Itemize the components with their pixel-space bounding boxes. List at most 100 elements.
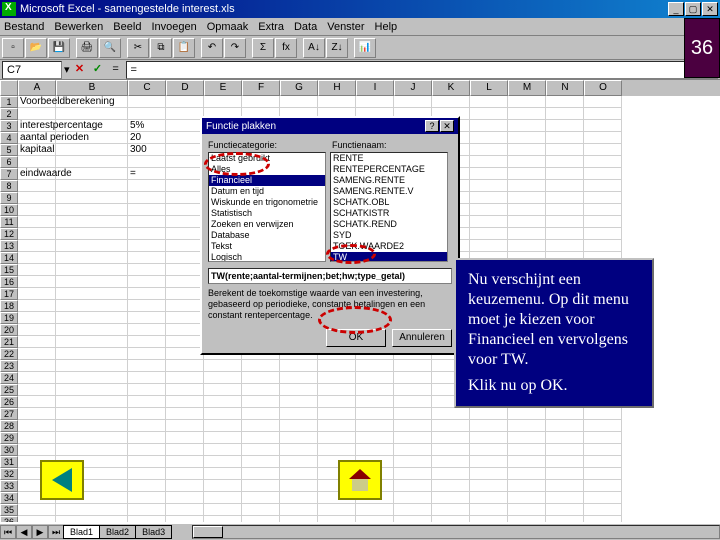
cell[interactable] bbox=[18, 444, 56, 456]
horizontal-scrollbar[interactable] bbox=[192, 525, 720, 539]
select-all-corner[interactable] bbox=[0, 80, 18, 96]
cell[interactable] bbox=[470, 180, 508, 192]
save-icon[interactable]: 💾 bbox=[48, 38, 70, 58]
cell[interactable] bbox=[394, 480, 432, 492]
cell[interactable] bbox=[56, 216, 128, 228]
menu-venster[interactable]: Venster bbox=[327, 21, 364, 33]
cell[interactable] bbox=[128, 348, 166, 360]
cell[interactable] bbox=[128, 396, 166, 408]
cell[interactable] bbox=[128, 240, 166, 252]
cell[interactable] bbox=[508, 240, 546, 252]
cell[interactable] bbox=[508, 156, 546, 168]
colhead-j[interactable]: J bbox=[394, 80, 432, 96]
cell[interactable] bbox=[394, 420, 432, 432]
cell[interactable] bbox=[56, 312, 128, 324]
cell[interactable] bbox=[128, 504, 166, 516]
cell[interactable] bbox=[56, 408, 128, 420]
cell[interactable] bbox=[318, 360, 356, 372]
rowhead[interactable]: 7 bbox=[0, 168, 18, 180]
cell[interactable] bbox=[356, 384, 394, 396]
menu-help[interactable]: Help bbox=[375, 21, 398, 33]
cell[interactable] bbox=[18, 516, 56, 522]
cell[interactable] bbox=[128, 276, 166, 288]
cell[interactable] bbox=[166, 108, 204, 120]
cell[interactable] bbox=[394, 516, 432, 522]
rowhead[interactable]: 30 bbox=[0, 444, 18, 456]
cell[interactable] bbox=[56, 180, 128, 192]
tab-next-icon[interactable]: ▶ bbox=[32, 525, 48, 539]
cell[interactable] bbox=[128, 444, 166, 456]
cell[interactable] bbox=[584, 228, 622, 240]
cell[interactable] bbox=[204, 420, 242, 432]
cell[interactable] bbox=[166, 408, 204, 420]
cell[interactable] bbox=[166, 288, 204, 300]
cell[interactable] bbox=[242, 96, 280, 108]
cell[interactable] bbox=[166, 192, 204, 204]
cell[interactable] bbox=[470, 144, 508, 156]
copy-icon[interactable]: ⧉ bbox=[150, 38, 172, 58]
rowhead[interactable]: 12 bbox=[0, 228, 18, 240]
cell[interactable] bbox=[242, 420, 280, 432]
cell[interactable] bbox=[56, 276, 128, 288]
cell[interactable] bbox=[56, 132, 128, 144]
cell[interactable] bbox=[18, 252, 56, 264]
cell[interactable] bbox=[546, 228, 584, 240]
cell[interactable] bbox=[18, 228, 56, 240]
cell[interactable] bbox=[166, 204, 204, 216]
cell[interactable] bbox=[508, 120, 546, 132]
cell[interactable] bbox=[584, 144, 622, 156]
cell[interactable] bbox=[394, 408, 432, 420]
cell[interactable] bbox=[470, 228, 508, 240]
rowhead[interactable]: 17 bbox=[0, 288, 18, 300]
cell[interactable] bbox=[394, 384, 432, 396]
cell[interactable] bbox=[508, 180, 546, 192]
cell[interactable] bbox=[508, 432, 546, 444]
cell[interactable] bbox=[56, 504, 128, 516]
cell[interactable] bbox=[242, 492, 280, 504]
sort-desc-icon[interactable]: Z↓ bbox=[326, 38, 348, 58]
cell[interactable] bbox=[128, 516, 166, 522]
cell[interactable] bbox=[508, 480, 546, 492]
cell[interactable] bbox=[470, 408, 508, 420]
cell[interactable] bbox=[166, 396, 204, 408]
cell[interactable] bbox=[242, 360, 280, 372]
cell[interactable] bbox=[584, 96, 622, 108]
cell[interactable] bbox=[56, 336, 128, 348]
undo-icon[interactable]: ↶ bbox=[201, 38, 223, 58]
colhead-b[interactable]: B bbox=[56, 80, 128, 96]
cell[interactable] bbox=[166, 336, 204, 348]
rowhead[interactable]: 5 bbox=[0, 144, 18, 156]
maximize-button[interactable]: ▢ bbox=[685, 2, 701, 16]
cell[interactable] bbox=[546, 516, 584, 522]
cell[interactable] bbox=[242, 444, 280, 456]
cell[interactable] bbox=[242, 396, 280, 408]
cell[interactable] bbox=[166, 432, 204, 444]
cell[interactable] bbox=[546, 120, 584, 132]
cell[interactable] bbox=[546, 156, 584, 168]
cell[interactable] bbox=[508, 228, 546, 240]
cell[interactable] bbox=[584, 132, 622, 144]
cell[interactable] bbox=[508, 144, 546, 156]
cell[interactable] bbox=[546, 420, 584, 432]
list-item[interactable]: TW bbox=[331, 252, 447, 262]
cell[interactable] bbox=[166, 360, 204, 372]
cell[interactable] bbox=[166, 468, 204, 480]
cell[interactable] bbox=[18, 192, 56, 204]
cell[interactable] bbox=[166, 252, 204, 264]
cell[interactable] bbox=[432, 504, 470, 516]
cell[interactable] bbox=[356, 96, 394, 108]
cell[interactable] bbox=[204, 372, 242, 384]
rowhead[interactable]: 35 bbox=[0, 504, 18, 516]
cell[interactable]: 5% bbox=[128, 120, 166, 132]
cell[interactable] bbox=[166, 384, 204, 396]
cell[interactable] bbox=[584, 180, 622, 192]
menu-extra[interactable]: Extra bbox=[258, 21, 284, 33]
cell[interactable] bbox=[394, 468, 432, 480]
cell[interactable] bbox=[128, 468, 166, 480]
cell[interactable] bbox=[166, 312, 204, 324]
cell[interactable] bbox=[166, 456, 204, 468]
cell[interactable] bbox=[584, 120, 622, 132]
cell[interactable] bbox=[18, 420, 56, 432]
rowhead[interactable]: 23 bbox=[0, 360, 18, 372]
cell[interactable] bbox=[56, 288, 128, 300]
